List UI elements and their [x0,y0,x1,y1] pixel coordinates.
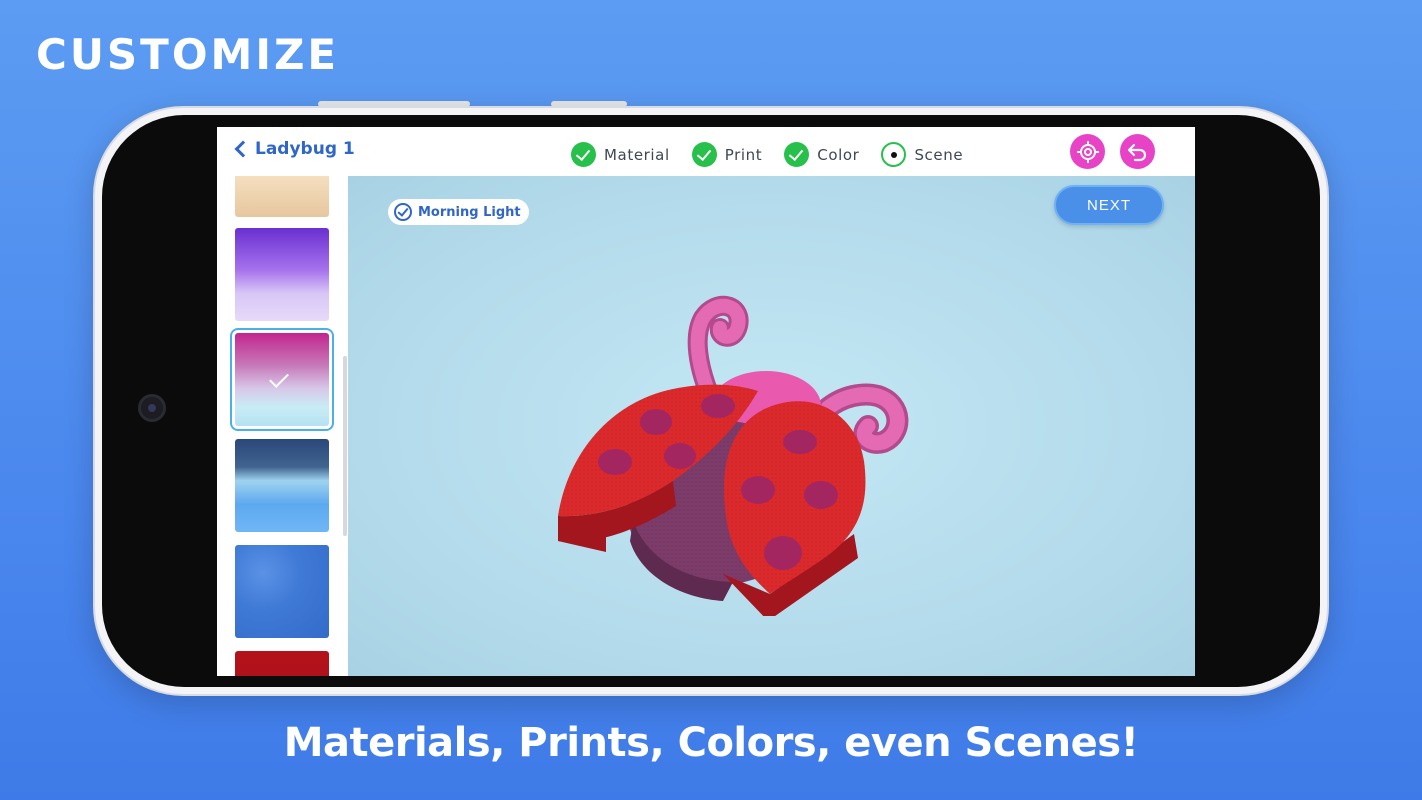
back-button[interactable]: Ladybug 1 [233,139,355,159]
check-circle-icon [784,142,810,167]
chevron-left-icon [234,140,252,158]
scene-list[interactable] [217,176,348,676]
step-label: Scene [914,145,964,164]
check-circle-icon [571,142,596,167]
scene-thumb-ice[interactable] [235,439,329,532]
step-progress: Material Print Color Scene [571,142,963,167]
promo-headline: CUSTOMIZE [36,30,340,79]
step-material[interactable]: Material [571,142,670,167]
target-icon [1076,140,1099,163]
front-camera [138,394,166,422]
step-print[interactable]: Print [691,142,763,167]
right-wing [723,401,866,616]
project-title: Ladybug 1 [255,139,355,159]
promo-caption: Materials, Prints, Colors, even Scenes! [283,720,1139,766]
radio-selected-icon [881,142,907,167]
ladybug-model[interactable] [558,256,938,616]
scene-thumb-morning-light[interactable] [235,333,329,426]
selected-scene-chip[interactable]: Morning Light [388,199,529,225]
step-label: Print [724,145,763,164]
undo-icon [1127,143,1146,161]
check-circle-icon [394,203,412,221]
top-bar: Ladybug 1 Material Print Color Scene [217,127,1195,176]
scene-thumb-red-texture[interactable] [235,651,329,676]
step-scene[interactable]: Scene [881,142,963,167]
app-screen: Ladybug 1 Material Print Color Scene Mor… [217,127,1195,676]
recenter-button[interactable] [1070,134,1105,169]
next-button[interactable]: NEXT [1054,185,1164,225]
check-icon [269,368,289,388]
step-color[interactable]: Color [784,142,859,167]
scene-thumb-peach[interactable] [235,176,329,217]
step-label: Color [817,145,860,164]
undo-button[interactable] [1120,134,1155,169]
scene-thumb-violet[interactable] [235,228,329,321]
step-label: Material [604,145,670,164]
model-viewport[interactable]: Morning Light NEXT [348,176,1195,676]
scene-thumb-blue-texture[interactable] [235,545,329,638]
check-circle-icon [691,142,717,167]
scene-name: Morning Light [418,204,521,220]
scrollbar[interactable] [343,356,347,536]
